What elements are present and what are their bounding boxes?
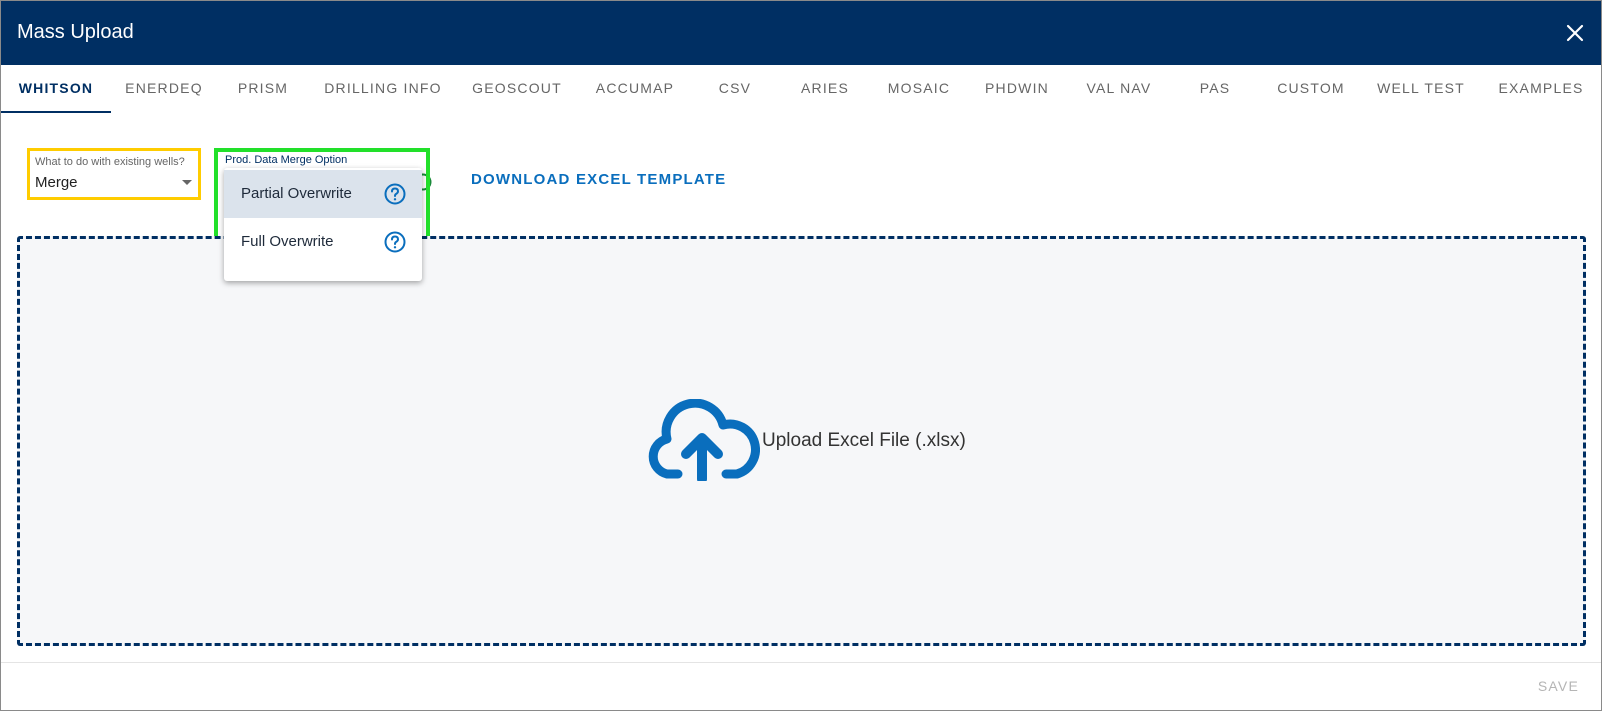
merge-option-label: Prod. Data Merge Option (225, 154, 348, 166)
menu-item-full-overwrite[interactable]: Full Overwrite (224, 218, 422, 266)
cloud-upload-icon (648, 399, 760, 481)
menu-item-partial-overwrite[interactable]: Partial Overwrite (224, 170, 422, 218)
mass-upload-dialog: Mass Upload WHITSON ENERDEQ PRISM DRILLI… (0, 0, 1602, 711)
existing-wells-select[interactable]: What to do with existing wells? Merge (27, 148, 201, 200)
download-excel-template-link[interactable]: DOWNLOAD EXCEL TEMPLATE (471, 171, 726, 188)
tab-examples[interactable]: EXAMPLES (1491, 65, 1591, 111)
tab-phdwin[interactable]: PHDWIN (977, 65, 1057, 111)
active-tab-indicator (1, 111, 111, 113)
tab-whitson[interactable]: WHITSON (1, 65, 111, 111)
menu-item-label: Full Overwrite (241, 233, 334, 250)
source-tabs: WHITSON ENERDEQ PRISM DRILLING INFO GEOS… (1, 65, 1601, 113)
tab-enerdeq[interactable]: ENERDEQ (116, 65, 212, 111)
tab-drilling-info[interactable]: DRILLING INFO (319, 65, 447, 111)
tab-geoscout[interactable]: GEOSCOUT (467, 65, 567, 111)
tab-pas[interactable]: PAS (1181, 65, 1249, 111)
upload-dropzone[interactable]: Upload Excel File (.xlsx) (17, 236, 1586, 646)
save-button[interactable]: SAVE (1538, 678, 1579, 694)
tab-csv[interactable]: CSV (701, 65, 769, 111)
merge-option-menu: Partial Overwrite Full Overwrite (224, 168, 422, 281)
existing-wells-value: Merge (35, 174, 78, 191)
tab-aries[interactable]: ARIES (789, 65, 861, 111)
existing-wells-label: What to do with existing wells? (35, 156, 185, 168)
tab-prism[interactable]: PRISM (221, 65, 305, 111)
footer-divider (1, 662, 1601, 663)
tab-well-test[interactable]: WELL TEST (1371, 65, 1471, 111)
dialog-title: Mass Upload (17, 21, 134, 43)
upload-label: Upload Excel File (.xlsx) (762, 430, 966, 451)
dropdown-arrow-icon (182, 180, 192, 185)
menu-item-label: Partial Overwrite (241, 185, 352, 202)
help-icon[interactable] (384, 231, 406, 253)
help-icon[interactable] (384, 183, 406, 205)
close-button[interactable] (1561, 19, 1589, 47)
tab-val-nav[interactable]: VAL NAV (1077, 65, 1161, 111)
close-icon (1566, 24, 1584, 42)
tab-accumap[interactable]: ACCUMAP (587, 65, 683, 111)
tab-mosaic[interactable]: MOSAIC (877, 65, 961, 111)
tab-custom[interactable]: CUSTOM (1269, 65, 1353, 111)
dialog-header: Mass Upload (1, 1, 1601, 65)
